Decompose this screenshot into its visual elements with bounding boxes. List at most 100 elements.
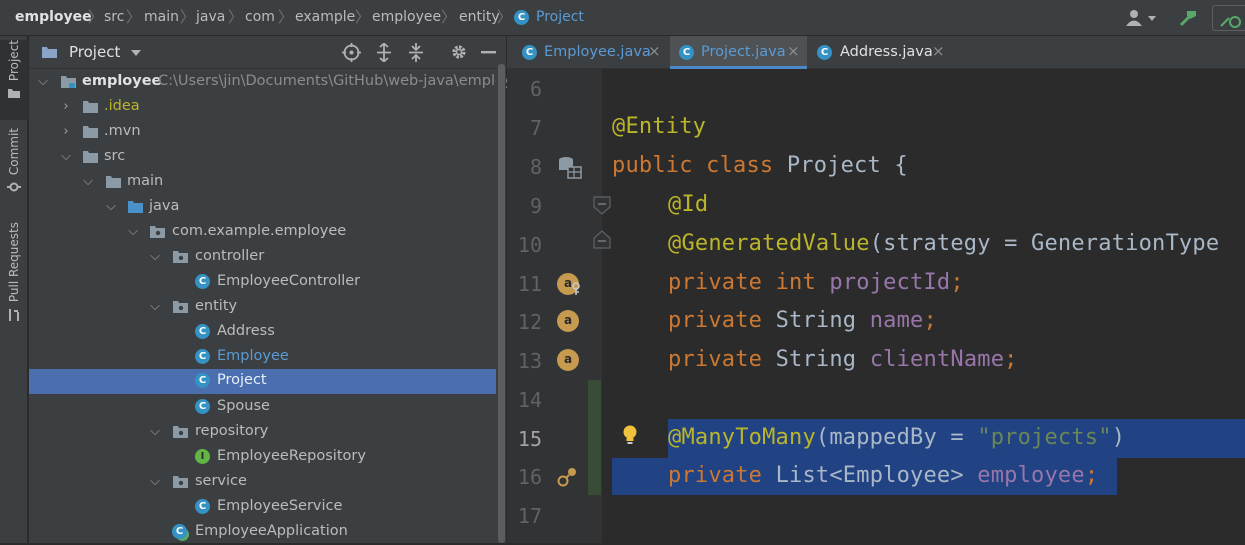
breadcrumb-com[interactable]: com <box>245 9 275 25</box>
chevron-right-icon[interactable]: › <box>60 125 72 139</box>
project-view-selector[interactable]: Project <box>69 43 120 61</box>
line-number-current: 15 <box>517 427 542 451</box>
line-number: 11 <box>517 272 542 296</box>
chevron-right-icon[interactable]: › <box>60 100 72 114</box>
tree-item-label: Address <box>217 323 275 339</box>
tree-item-java[interactable]: ⌵ java <box>29 195 506 220</box>
chevron-down-icon[interactable]: ⌵ <box>127 225 139 239</box>
tab-project-java[interactable]: C Project.java × <box>670 36 807 69</box>
locate-icon[interactable] <box>342 43 361 62</box>
tree-item-main[interactable]: ⌵ main <box>29 170 506 195</box>
database-table-icon[interactable] <box>558 155 582 179</box>
breadcrumb-project[interactable]: Project <box>536 9 584 25</box>
tree-item-employeerepository[interactable]: I EmployeeRepository <box>29 445 506 470</box>
relation-navigation-icon[interactable] <box>557 466 579 488</box>
tree-item-repository[interactable]: ⌵ repository <box>29 420 506 445</box>
tree-item-service[interactable]: ⌵ service <box>29 470 506 495</box>
breadcrumb-entity[interactable]: entity <box>459 9 500 25</box>
tree-item-label: EmployeeController <box>217 273 361 289</box>
fold-marker-icon[interactable] <box>593 196 611 216</box>
breadcrumb-employee-root[interactable]: employee <box>15 9 92 25</box>
tree-item-label: .mvn <box>104 123 141 139</box>
chevron-down-icon[interactable]: ⌵ <box>149 300 161 314</box>
tree-item-package-root[interactable]: ⌵ com.example.employee <box>29 220 506 245</box>
tree-item-mvn[interactable]: › .mvn <box>29 120 506 145</box>
line-number: 6 <box>529 77 542 101</box>
breadcrumb-example[interactable]: example <box>295 9 355 25</box>
chevron-down-icon[interactable]: ⌵ <box>37 75 49 89</box>
breadcrumb-employee[interactable]: employee <box>372 9 441 25</box>
tree-item-label: controller <box>195 248 265 264</box>
build-hammer-icon[interactable] <box>1178 7 1200 29</box>
chevron-right-icon: 〉 <box>180 8 196 26</box>
breadcrumb-src[interactable]: src <box>104 9 124 25</box>
tool-window-stripe: Project Commit Pull Requests <box>0 36 28 543</box>
chevron-down-icon[interactable] <box>131 50 141 56</box>
tab-label: Address.java <box>840 44 933 60</box>
tab-address-java[interactable]: C Address.java × <box>807 36 952 69</box>
tool-tab-project[interactable]: Project <box>0 40 28 120</box>
class-icon: C <box>195 499 210 514</box>
code-line-11: private int projectId; <box>668 270 964 295</box>
tree-item-label: repository <box>195 423 269 439</box>
tree-item-employee-module[interactable]: ⌵ employee C:\Users\jin\Documents\GitHub… <box>29 70 530 95</box>
close-icon[interactable]: × <box>787 42 800 60</box>
class-icon: C <box>514 10 529 25</box>
tree-item-controller[interactable]: ⌵ controller <box>29 245 506 270</box>
tree-item-label: EmployeeApplication <box>195 523 348 539</box>
collapse-all-icon[interactable] <box>407 43 425 62</box>
lightbulb-icon[interactable] <box>620 423 640 447</box>
module-folder-icon <box>61 76 76 88</box>
gear-icon[interactable] <box>450 43 468 61</box>
package-icon <box>173 476 188 488</box>
tree-item-employeecontroller[interactable]: C EmployeeController <box>29 270 506 295</box>
tab-employee-java[interactable]: C Employee.java × <box>507 36 670 69</box>
tree-item-idea[interactable]: › .idea <box>29 95 506 120</box>
fold-marker-icon[interactable] <box>593 229 611 249</box>
tree-item-project[interactable]: C Project <box>29 369 506 394</box>
run-config-icon[interactable] <box>1212 5 1245 31</box>
field-annotation-icon[interactable]: a <box>557 310 579 332</box>
tree-item-address[interactable]: C Address <box>29 320 506 345</box>
expand-all-icon[interactable] <box>375 43 393 62</box>
chevron-down-icon[interactable]: ⌵ <box>82 175 94 189</box>
vcs-added-lines-marker[interactable] <box>588 380 601 495</box>
project-path: C:\Users\jin\Documents\GitHub\web-java\e… <box>158 73 531 89</box>
person-icon[interactable] <box>1124 9 1158 27</box>
code-line-9: @Id <box>668 192 708 217</box>
close-icon[interactable]: × <box>648 42 661 60</box>
chevron-down-icon[interactable]: ⌵ <box>149 250 161 264</box>
chevron-down-icon[interactable]: ⌵ <box>105 200 117 214</box>
class-icon: C <box>195 373 210 388</box>
package-icon <box>173 251 188 263</box>
spring-app-icon: C <box>172 524 187 539</box>
tab-label: Project.java <box>701 44 786 60</box>
tool-tab-commit[interactable]: Commit <box>0 128 28 208</box>
tool-tab-pull-requests[interactable]: Pull Requests <box>0 222 28 324</box>
class-icon: C <box>195 399 210 414</box>
tree-item-src[interactable]: ⌵ src <box>29 145 506 170</box>
tree-item-label: java <box>149 198 180 214</box>
scrollbar-thumb[interactable] <box>498 64 505 543</box>
project-panel-scrollbar[interactable] <box>496 36 506 543</box>
chevron-down-icon[interactable]: ⌵ <box>60 150 72 164</box>
tree-item-entity[interactable]: ⌵ entity <box>29 295 506 320</box>
tree-item-spouse[interactable]: C Spouse <box>29 395 506 420</box>
semicolon: ; <box>1084 463 1099 488</box>
chevron-down-icon[interactable]: ⌵ <box>149 475 161 489</box>
tool-tab-label: Commit <box>7 128 21 176</box>
chevron-down-icon[interactable]: ⌵ <box>149 425 161 439</box>
tree-item-label: entity <box>195 298 238 314</box>
interface-icon: I <box>195 449 210 464</box>
code-editor[interactable]: 6 7 8 9 10 11 12 13 14 15 16 17 a a a @E… <box>507 69 1245 543</box>
breadcrumb-main[interactable]: main <box>144 9 179 25</box>
tree-item-employee[interactable]: C Employee <box>29 345 506 370</box>
tree-item-employeeapplication[interactable]: C EmployeeApplication <box>29 520 506 545</box>
annotation: @GeneratedValue <box>668 231 870 256</box>
breadcrumb-java[interactable]: java <box>196 9 225 25</box>
minimize-icon[interactable] <box>481 51 497 54</box>
tree-item-employeeservice[interactable]: C EmployeeService <box>29 495 506 520</box>
chevron-right-icon: 〉 <box>497 8 513 26</box>
field-annotation-icon[interactable]: a <box>557 349 579 371</box>
close-icon[interactable]: × <box>932 42 945 60</box>
